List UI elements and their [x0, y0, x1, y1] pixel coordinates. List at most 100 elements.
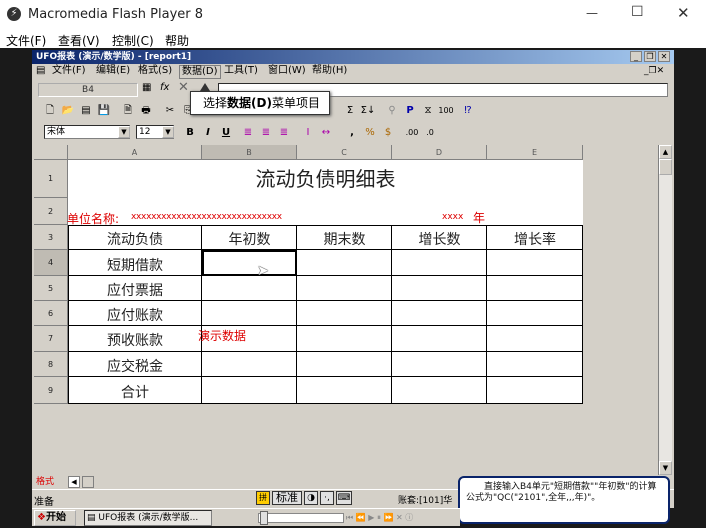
cut-icon[interactable]: ✂: [162, 103, 178, 118]
template-icon[interactable]: ▤: [78, 103, 94, 118]
taskbar-task-ufo[interactable]: ▤ UFO报表 (演示/数学版...: [84, 510, 212, 526]
ufo-menu-file[interactable]: 文件(F): [52, 64, 86, 78]
align-left-icon[interactable]: ≣: [240, 125, 256, 140]
ufo-menu-window[interactable]: 窗口(W): [268, 64, 306, 78]
row-short-term-loan: 短期借款: [107, 258, 163, 274]
ufo-close-button[interactable]: ✕: [658, 51, 670, 62]
menu-help[interactable]: 帮助: [165, 32, 189, 49]
minimize-button[interactable]: —: [586, 6, 598, 20]
col-header-b[interactable]: B: [202, 145, 297, 160]
col-header-a[interactable]: A: [68, 145, 202, 160]
halign-icon[interactable]: ↔: [318, 125, 334, 140]
align-right-icon[interactable]: ≣: [276, 125, 292, 140]
preview-icon[interactable]: 🗎: [120, 103, 136, 118]
fx-icon[interactable]: fx: [160, 82, 169, 93]
halfwidth-icon[interactable]: ◑: [304, 491, 318, 505]
softkeyboard-icon[interactable]: ⌨: [336, 491, 352, 505]
punctuation-icon[interactable]: ·,: [320, 491, 334, 505]
scroll-up-icon[interactable]: ▲: [659, 145, 672, 159]
underline-icon[interactable]: U: [218, 125, 234, 140]
row-header-3[interactable]: 3: [34, 225, 68, 250]
tab-scroll-left-icon[interactable]: ◀: [68, 476, 80, 488]
vertical-scrollbar[interactable]: ▲ ▼: [658, 145, 672, 475]
row-header-2[interactable]: 2: [34, 198, 68, 225]
col-header-e[interactable]: E: [487, 145, 583, 160]
scroll-down-icon[interactable]: ▼: [659, 461, 672, 475]
menu-view[interactable]: 查看(V): [58, 32, 100, 49]
filter-icon[interactable]: ⧖: [420, 103, 436, 118]
ufo-restore-button[interactable]: ❐: [644, 51, 656, 62]
help-icon[interactable]: ⁉: [460, 103, 476, 118]
comma-icon[interactable]: ,: [344, 125, 360, 140]
function-icon[interactable]: ▦: [142, 82, 151, 93]
ufo-menu-format[interactable]: 格式(S): [138, 64, 172, 78]
menu-control[interactable]: 控制(C): [112, 32, 154, 49]
decimal-inc-icon[interactable]: .00: [404, 125, 420, 140]
ufo-menu-edit[interactable]: 编辑(E): [96, 64, 130, 78]
percent-icon[interactable]: %: [362, 125, 378, 140]
col-header-d[interactable]: D: [392, 145, 487, 160]
task-label: UFO报表 (演示/数学版...: [98, 513, 199, 523]
ufo-menu-help[interactable]: 帮助(H): [312, 64, 347, 78]
playback-controls-icon[interactable]: ⏮ ⏪ ▶ ⏸ ⏩ ✕ ⓘ: [346, 510, 458, 526]
start-button[interactable]: ❖开始: [34, 510, 76, 526]
sheet-title: 流动负债明细表: [255, 167, 396, 191]
sheet-tab-format[interactable]: 格式: [36, 475, 54, 489]
currency-icon[interactable]: $: [380, 125, 396, 140]
sum-icon[interactable]: Σ: [342, 103, 358, 118]
ime-mode[interactable]: 标准: [272, 491, 302, 505]
grid-row-5: [68, 300, 583, 301]
ufo-menu-data[interactable]: 数据(D): [179, 65, 221, 79]
corner-cell[interactable]: [34, 145, 68, 160]
row-header-5[interactable]: 5: [34, 276, 68, 301]
row-header-4[interactable]: 4: [34, 250, 68, 276]
row-header-6[interactable]: 6: [34, 301, 68, 326]
demo-data-text: 演示数据: [198, 329, 247, 343]
selected-cell-b4[interactable]: [202, 250, 297, 276]
header-growth-rate: 增长率: [514, 232, 556, 248]
task-app-icon: ▤: [87, 513, 99, 523]
row-total: 合计: [121, 385, 149, 401]
playback-slider[interactable]: [258, 513, 344, 523]
doc-restore-button[interactable]: _❐✕: [644, 64, 664, 78]
menu-tooltip: 选择数据(D)菜单项目: [190, 91, 330, 115]
row-header-7[interactable]: 7: [34, 326, 68, 352]
grid-row-9: [68, 403, 583, 404]
save-icon[interactable]: 💾: [96, 103, 112, 118]
chart-icon[interactable]: ⚲: [384, 103, 400, 118]
cancel-icon[interactable]: ✕: [178, 80, 189, 95]
cell-reference-box[interactable]: B4: [38, 83, 138, 97]
flash-titlebar: ⚡ Macromedia Flash Player 8 — ☐ ✕: [0, 0, 706, 30]
100-icon[interactable]: 100: [438, 103, 454, 118]
valign-icon[interactable]: Ι: [300, 125, 316, 140]
italic-icon[interactable]: I: [200, 125, 216, 140]
ufo-titlebar: UFO报表 (演示/数学版) - [report1] _ ❐ ✕: [32, 50, 674, 64]
font-dropdown-icon[interactable]: ▼: [118, 126, 130, 138]
p-icon[interactable]: P: [402, 103, 418, 118]
row-header-1[interactable]: 1: [34, 160, 68, 198]
size-dropdown-icon[interactable]: ▼: [162, 126, 174, 138]
new-icon[interactable]: 🗋: [42, 103, 58, 118]
scroll-thumb[interactable]: [659, 159, 672, 175]
bold-icon[interactable]: B: [182, 125, 198, 140]
ufo-minimize-button[interactable]: _: [630, 51, 642, 62]
tab-scroll-right-icon[interactable]: [82, 476, 94, 488]
ime-icon[interactable]: 拼: [256, 491, 270, 505]
col-header-c[interactable]: C: [297, 145, 392, 160]
ufo-menubar: ▤ 文件(F) 编辑(E) 格式(S) 数据(D) 工具(T) 窗口(W) 帮助…: [32, 64, 674, 79]
tooltip-suffix: 菜单项目: [271, 96, 320, 110]
print-icon[interactable]: 🖶: [138, 103, 154, 118]
decimal-dec-icon[interactable]: .0: [422, 125, 438, 140]
row-header-8[interactable]: 8: [34, 352, 68, 377]
grid-row-8: [68, 376, 583, 377]
sum-total-icon[interactable]: Σ↓: [360, 103, 376, 118]
close-button[interactable]: ✕: [677, 4, 690, 22]
maximize-button[interactable]: ☐: [631, 4, 644, 20]
open-icon[interactable]: 📂: [60, 103, 76, 118]
taskbar: ❖开始 ▤ UFO报表 (演示/数学版... ⏮ ⏪ ▶ ⏸ ⏩ ✕ ⓘ: [32, 508, 460, 526]
menu-file[interactable]: 文件(F): [6, 32, 46, 49]
ufo-menu-tools[interactable]: 工具(T): [224, 64, 258, 78]
align-center-icon[interactable]: ≣: [258, 125, 274, 140]
playback-thumb[interactable]: [260, 511, 268, 525]
row-header-9[interactable]: 9: [34, 377, 68, 404]
